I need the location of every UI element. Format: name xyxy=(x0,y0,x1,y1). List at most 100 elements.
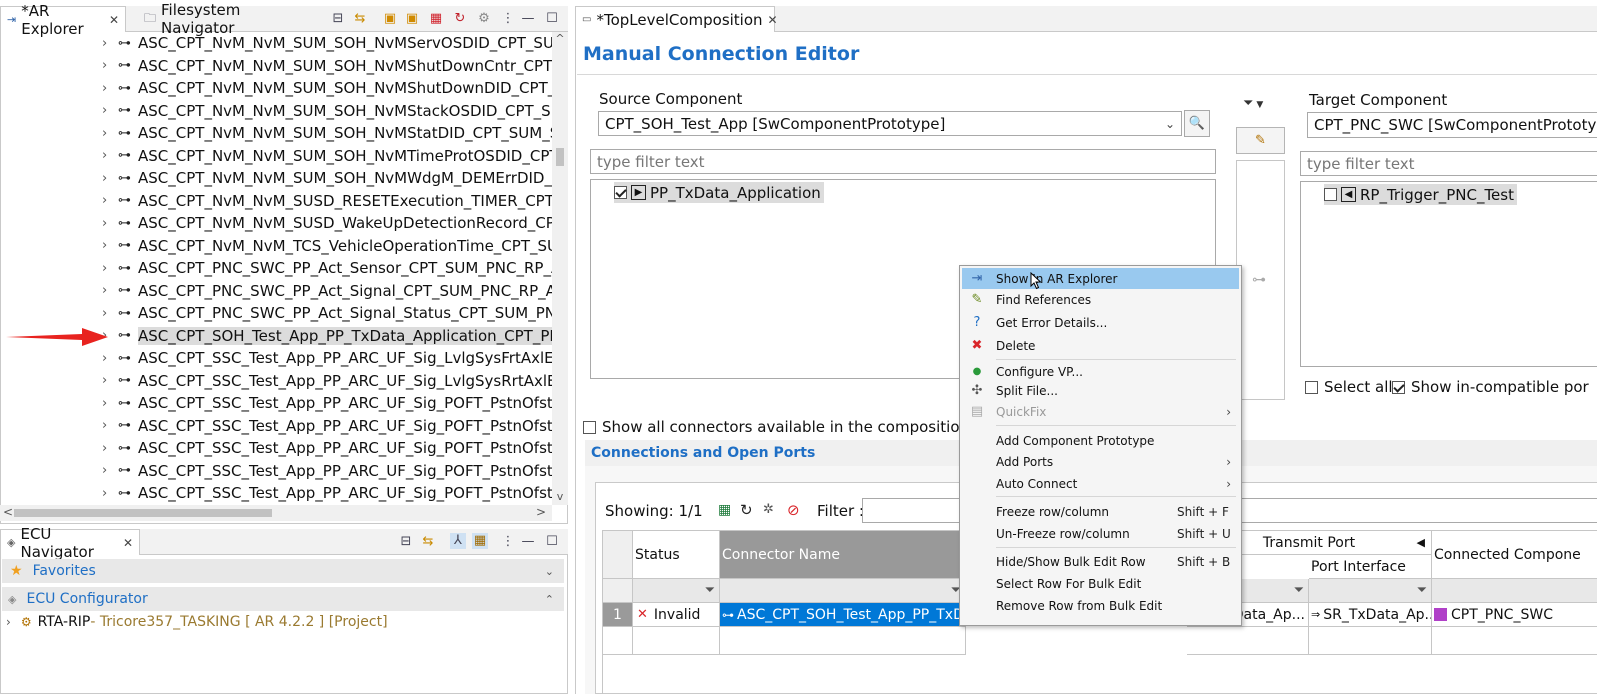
view-menu-icon[interactable]: ⋮ xyxy=(500,11,516,27)
status-filter-cell[interactable]: ⏷ xyxy=(633,579,720,603)
collapse-all-icon[interactable]: ⊟ xyxy=(398,534,414,550)
tree-item[interactable]: › ⊶ ASC_CPT_NvM_NvM_SUM_SOH_NvMShutDownCnt… xyxy=(0,55,552,78)
tree-item[interactable]: › ⊶ ASC_CPT_SSC_Test_App_PP_ARC_UF_Sig_Lvl… xyxy=(0,370,552,393)
port-interface-header[interactable]: Port Interface xyxy=(1309,555,1432,579)
select-all-checkbox[interactable] xyxy=(1305,380,1318,394)
menu-item-select-row-bulk-edit[interactable]: Select Row For Bulk Edit xyxy=(962,573,1239,594)
tree-item[interactable]: › ⊶ ASC_CPT_NvM_NvM_SUM_SOH_NvMStatDID_CPT… xyxy=(0,122,552,145)
menu-item-quickfix[interactable]: ▤ QuickFix › xyxy=(962,401,1239,422)
source-component-select[interactable]: CPT_SOH_Test_App [SwComponentPrototype] … xyxy=(598,111,1182,136)
tab-ar-explorer[interactable]: ⇥ *AR Explorer ✕ xyxy=(0,2,126,38)
tree-item[interactable]: › ⊶ ASC_CPT_SSC_Test_App_PP_ARC_UF_Sig_POF… xyxy=(0,415,552,438)
filter-b-icon[interactable]: ▣ xyxy=(404,11,420,27)
source-browse-button[interactable]: 🔍 xyxy=(1184,110,1210,137)
tab-filesystem-navigator[interactable]: 🗀 Filesystem Navigator xyxy=(138,1,308,37)
maximize-icon[interactable]: ☐ xyxy=(544,11,560,27)
filter-a-icon[interactable]: ▣ xyxy=(382,11,398,27)
tree-item[interactable]: › ⊶ ASC_CPT_NvM_NvM_SUM_SOH_NvMWdgM_DEMErr… xyxy=(0,167,552,190)
filter-icon[interactable]: ⏷ xyxy=(705,583,715,598)
project-row[interactable]: › ⚙ RTA-RIP - Tricore357_TASKING [ AR 4.… xyxy=(6,612,388,632)
link-editor-icon[interactable]: ⇆ xyxy=(352,11,368,27)
source-filter-input[interactable]: type filter text xyxy=(590,149,1216,174)
menu-item-show-in-ar-explorer[interactable]: ⇥ Show In AR Explorer xyxy=(962,268,1239,289)
expand-chevron-icon[interactable]: › xyxy=(102,283,107,298)
show-incompatible-option[interactable]: Show in-compatible por xyxy=(1392,378,1589,396)
connect-icon[interactable]: ⊶ xyxy=(1252,272,1266,288)
scroll-down-arrow-icon[interactable]: v xyxy=(552,490,568,503)
link-editor-icon[interactable]: ⇆ xyxy=(420,534,436,550)
menu-item-get-error-details[interactable]: ? Get Error Details... xyxy=(962,312,1239,333)
close-icon[interactable]: ✕ xyxy=(123,536,133,550)
expand-chevron-icon[interactable]: › xyxy=(102,351,107,366)
filter-dropdown-button[interactable]: ⏷ ▼ xyxy=(1243,96,1263,111)
clear-filter-icon[interactable]: ⊘ xyxy=(787,501,800,519)
connected-component-cell[interactable]: CPT_PNC_SWC xyxy=(1432,603,1597,627)
expand-chevron-icon[interactable]: › xyxy=(102,58,107,73)
tree-item[interactable]: › ⊶ ASC_CPT_NvM_NvM_SUM_SOH_NvMStackOSDID_… xyxy=(0,100,552,123)
interface-filter-cell[interactable]: ⏷ xyxy=(1309,579,1432,603)
menu-item-delete[interactable]: ✖ Delete xyxy=(962,335,1239,356)
expand-chevron-icon[interactable]: › xyxy=(102,216,107,231)
network-icon[interactable]: ✲ xyxy=(763,502,774,517)
close-icon[interactable]: ✕ xyxy=(768,13,778,27)
tree-item[interactable]: › ⊶ ASC_CPT_NvM_NvM_SUSD_RESETExecution_TI… xyxy=(0,190,552,213)
dropdown-chevron-icon[interactable]: ⌄ xyxy=(1165,117,1175,131)
expand-chevron-icon[interactable]: › xyxy=(102,193,107,208)
menu-item-add-component-prototype[interactable]: Add Component Prototype xyxy=(962,430,1239,451)
status-cell[interactable]: ✕ Invalid xyxy=(633,603,720,627)
target-port-item[interactable]: ◀ RP_Trigger_PNC_Test xyxy=(1324,184,1517,205)
select-all-option[interactable]: Select all xyxy=(1305,378,1393,396)
export-excel-icon[interactable]: ▦ xyxy=(718,502,731,518)
status-header[interactable]: Status xyxy=(633,531,720,579)
expand-chevron-icon[interactable]: › xyxy=(102,171,107,186)
port-interface-cell[interactable]: ⇒ SR_TxData_Ap... xyxy=(1309,603,1432,627)
tree-item[interactable]: › ⊶ ASC_CPT_SSC_Test_App_PP_ARC_UF_Sig_POF… xyxy=(0,437,552,460)
tree-horizontal-scrollbar[interactable]: < > xyxy=(0,505,552,521)
menu-item-remove-row-bulk-edit[interactable]: Remove Row from Bulk Edit xyxy=(962,595,1239,616)
tree-item[interactable]: › ⊶ ASC_CPT_NvM_NvM_TCS_VehicleOperationTi… xyxy=(0,235,552,258)
tree-item[interactable]: › ⊶ ASC_CPT_NvM_NvM_SUSD_WakeUpDetectionRe… xyxy=(0,212,552,235)
menu-item-unfreeze[interactable]: Un-Freeze row/column Shift + U xyxy=(962,523,1239,544)
menu-item-hide-show-bulk-edit[interactable]: Hide/Show Bulk Edit Row Shift + B xyxy=(962,551,1239,572)
expand-chevron-icon[interactable]: › xyxy=(102,261,107,276)
target-filter-input[interactable]: type filter text xyxy=(1300,151,1597,176)
tree-item[interactable]: › ⊶ ASC_CPT_NvM_NvM_SUM_SOH_NvMShutDownDID… xyxy=(0,77,552,100)
tree-item[interactable]: › ⊶ ASC_CPT_SSC_Test_App_PP_ARC_UF_Sig_POF… xyxy=(0,460,552,483)
row-number-cell[interactable]: 1 xyxy=(603,603,633,627)
menu-item-freeze[interactable]: Freeze row/column Shift + F xyxy=(962,501,1239,522)
hscroll-thumb[interactable] xyxy=(14,509,272,517)
maximize-icon[interactable]: ☐ xyxy=(544,534,560,550)
connected-component-header[interactable]: Connected Compone xyxy=(1432,531,1597,579)
expand-chevron-icon[interactable]: › xyxy=(102,238,107,253)
tree-item[interactable]: › ⊶ ASC_CPT_SSC_Test_App_PP_ARC_UF_Sig_POF… xyxy=(0,392,552,415)
filter-icon[interactable]: ⏷ xyxy=(1417,583,1427,598)
expand-chevron-icon[interactable]: › xyxy=(102,36,107,51)
expand-chevron-icon[interactable]: › xyxy=(102,396,107,411)
expand-chevron-icon[interactable]: › xyxy=(102,306,107,321)
menu-item-configure-vp[interactable]: ● Configure VP... xyxy=(962,361,1239,382)
scroll-left-arrow-icon[interactable]: < xyxy=(3,505,13,519)
expand-chevron-icon[interactable]: › xyxy=(102,463,107,478)
expand-chevron-icon[interactable]: › xyxy=(102,418,107,433)
auto-connect-button[interactable]: ✎ xyxy=(1236,127,1285,154)
expand-chevron-icon[interactable]: › xyxy=(102,441,107,456)
tab-ecu-navigator[interactable]: ◈ ECU Navigator ✕ xyxy=(0,525,140,561)
expand-chevron-icon[interactable]: › xyxy=(102,148,107,163)
show-all-connectors-option[interactable]: Show all connectors available in the com… xyxy=(583,418,969,436)
refresh-icon[interactable]: ↻ xyxy=(452,11,468,27)
view-menu-icon[interactable]: ⋮ xyxy=(500,534,516,550)
tree-item[interactable]: › ⊶ ASC_CPT_PNC_SWC_PP_Act_Sensor_CPT_SUM_… xyxy=(0,257,552,280)
connector-name-cell[interactable]: ⊶ ASC_CPT_SOH_Test_App_PP_TxD... xyxy=(720,603,966,627)
show-incompatible-checkbox[interactable] xyxy=(1392,380,1405,394)
scroll-right-arrow-icon[interactable]: > xyxy=(536,505,546,519)
component-filter-cell[interactable] xyxy=(1432,579,1597,603)
tab-toplevel-composition[interactable]: ▭ *TopLevelComposition ✕ xyxy=(575,6,778,32)
target-component-select[interactable]: CPT_PNC_SWC [SwComponentPrototy xyxy=(1307,112,1597,138)
source-port-item[interactable]: ▶ PP_TxData_Application xyxy=(614,182,824,203)
tree-item[interactable]: › ⊶ ASC_CPT_SSC_Test_App_PP_ARC_UF_Sig_Lvl… xyxy=(0,347,552,370)
tree-item[interactable]: › ⊶ ASC_CPT_PNC_SWC_PP_Act_Signal_CPT_SUM_… xyxy=(0,280,552,303)
target-port-checkbox[interactable] xyxy=(1324,188,1337,201)
tree-item[interactable]: › ⊶ ASC_CPT_NvM_NvM_SUM_SOH_NvMServOSDID_C… xyxy=(0,32,552,55)
tree-vertical-scrollbar[interactable]: ^ v xyxy=(552,32,568,505)
refresh-icon[interactable]: ↻ xyxy=(740,501,753,519)
